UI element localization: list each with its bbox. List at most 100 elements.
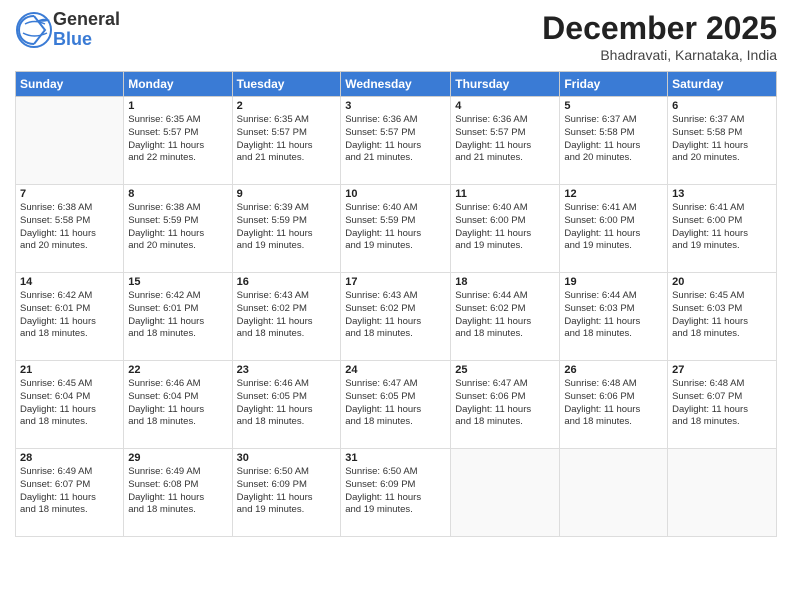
cell-info-line: Daylight: 11 hours (672, 228, 772, 241)
cell-info-line: and 18 minutes. (128, 504, 227, 517)
cell-info-line: Sunrise: 6:48 AM (672, 378, 772, 391)
cell-info-line: and 19 minutes. (345, 240, 446, 253)
cell-info-line: and 18 minutes. (128, 416, 227, 429)
day-number: 29 (128, 452, 227, 464)
calendar-cell: 6Sunrise: 6:37 AMSunset: 5:58 PMDaylight… (668, 97, 777, 185)
calendar-cell: 4Sunrise: 6:36 AMSunset: 5:57 PMDaylight… (451, 97, 560, 185)
cell-info: Sunrise: 6:45 AMSunset: 6:03 PMDaylight:… (672, 290, 772, 341)
cell-info-line: and 19 minutes. (455, 240, 555, 253)
cell-info-line: Sunset: 6:06 PM (564, 391, 663, 404)
cell-info-line: and 19 minutes. (672, 240, 772, 253)
day-number: 8 (128, 188, 227, 200)
cell-info-line: Sunrise: 6:50 AM (237, 466, 337, 479)
cell-info-line: Sunset: 6:02 PM (455, 303, 555, 316)
cell-info-line: Sunrise: 6:43 AM (237, 290, 337, 303)
day-number: 31 (345, 452, 446, 464)
cell-info-line: Sunset: 6:02 PM (345, 303, 446, 316)
cell-info-line: Sunset: 5:58 PM (564, 127, 663, 140)
cell-info-line: Daylight: 11 hours (237, 316, 337, 329)
calendar-cell: 7Sunrise: 6:38 AMSunset: 5:58 PMDaylight… (16, 185, 124, 273)
cell-info-line: and 22 minutes. (128, 152, 227, 165)
day-number: 15 (128, 276, 227, 288)
cell-info: Sunrise: 6:46 AMSunset: 6:04 PMDaylight:… (128, 378, 227, 429)
cell-info: Sunrise: 6:48 AMSunset: 6:07 PMDaylight:… (672, 378, 772, 429)
day-number: 12 (564, 188, 663, 200)
cell-info: Sunrise: 6:41 AMSunset: 6:00 PMDaylight:… (672, 202, 772, 253)
calendar-week-1: 7Sunrise: 6:38 AMSunset: 5:58 PMDaylight… (16, 185, 777, 273)
day-number: 19 (564, 276, 663, 288)
cell-info-line: and 18 minutes. (345, 328, 446, 341)
cell-info: Sunrise: 6:37 AMSunset: 5:58 PMDaylight:… (564, 114, 663, 165)
cell-info-line: and 21 minutes. (237, 152, 337, 165)
cell-info-line: Sunrise: 6:38 AM (128, 202, 227, 215)
logo-blue-text: Blue (53, 30, 120, 50)
cell-info-line: and 18 minutes. (455, 328, 555, 341)
cell-info: Sunrise: 6:50 AMSunset: 6:09 PMDaylight:… (345, 466, 446, 517)
cell-info-line: Daylight: 11 hours (564, 316, 663, 329)
cell-info-line: and 18 minutes. (672, 416, 772, 429)
calendar-cell: 14Sunrise: 6:42 AMSunset: 6:01 PMDayligh… (16, 273, 124, 361)
cell-info-line: Sunset: 6:04 PM (128, 391, 227, 404)
subtitle: Bhadravati, Karnataka, India (542, 47, 777, 63)
day-number: 20 (672, 276, 772, 288)
cell-info-line: Sunset: 6:02 PM (237, 303, 337, 316)
cell-info: Sunrise: 6:40 AMSunset: 5:59 PMDaylight:… (345, 202, 446, 253)
cell-info-line: and 18 minutes. (345, 416, 446, 429)
cell-info: Sunrise: 6:41 AMSunset: 6:00 PMDaylight:… (564, 202, 663, 253)
cell-info-line: Sunset: 6:07 PM (20, 479, 119, 492)
cell-info-line: Sunrise: 6:40 AM (455, 202, 555, 215)
cell-info-line: and 20 minutes. (128, 240, 227, 253)
cell-info-line: Sunrise: 6:42 AM (128, 290, 227, 303)
cell-info-line: Sunrise: 6:37 AM (672, 114, 772, 127)
day-number: 16 (237, 276, 337, 288)
cell-info-line: and 18 minutes. (672, 328, 772, 341)
cell-info-line: and 19 minutes. (237, 240, 337, 253)
cell-info-line: Daylight: 11 hours (564, 140, 663, 153)
cell-info: Sunrise: 6:49 AMSunset: 6:07 PMDaylight:… (20, 466, 119, 517)
calendar-table: Sunday Monday Tuesday Wednesday Thursday… (15, 71, 777, 537)
calendar-cell: 12 Sunrise: 6:41 AMSunset: 6:00 PMDayligh… (560, 185, 668, 273)
cell-info: Sunrise: 6:40 AMSunset: 6:00 PMDaylight:… (455, 202, 555, 253)
calendar-week-3: 21Sunrise: 6:45 AMSunset: 6:04 PMDayligh… (16, 361, 777, 449)
cell-info-line: Sunset: 5:57 PM (455, 127, 555, 140)
cell-info-line: Daylight: 11 hours (237, 228, 337, 241)
calendar-cell: 26Sunrise: 6:48 AMSunset: 6:06 PMDayligh… (560, 361, 668, 449)
cell-info-line: Sunrise: 6:37 AM (564, 114, 663, 127)
cell-info: Sunrise: 6:36 AMSunset: 5:57 PMDaylight:… (345, 114, 446, 165)
cell-info-line: and 18 minutes. (20, 328, 119, 341)
cell-info-line: and 18 minutes. (128, 328, 227, 341)
cell-info-line: and 18 minutes. (237, 328, 337, 341)
cell-info: Sunrise: 6:43 AMSunset: 6:02 PMDaylight:… (237, 290, 337, 341)
cell-info-line: Daylight: 11 hours (128, 228, 227, 241)
day-number: 4 (455, 100, 555, 112)
header-thursday: Thursday (451, 72, 560, 97)
cell-info-line: Sunrise: 6:41 AM (672, 202, 772, 215)
cell-info-line: Sunset: 5:57 PM (237, 127, 337, 140)
cell-info-line: Daylight: 11 hours (345, 228, 446, 241)
cell-info-line: Sunset: 6:03 PM (672, 303, 772, 316)
cell-info: Sunrise: 6:50 AMSunset: 6:09 PMDaylight:… (237, 466, 337, 517)
cell-info-line: Daylight: 11 hours (20, 404, 119, 417)
cell-info-line: Sunset: 6:09 PM (345, 479, 446, 492)
cell-info: Sunrise: 6:38 AMSunset: 5:58 PMDaylight:… (20, 202, 119, 253)
day-number: 13 (672, 188, 772, 200)
cell-info-line: Sunrise: 6:35 AM (128, 114, 227, 127)
cell-info-line: Sunset: 6:00 PM (564, 215, 663, 228)
cell-info-line: Sunrise: 6:44 AM (455, 290, 555, 303)
cell-info: Sunrise: 6:43 AMSunset: 6:02 PMDaylight:… (345, 290, 446, 341)
cell-info-line: Daylight: 11 hours (345, 140, 446, 153)
calendar-week-2: 14Sunrise: 6:42 AMSunset: 6:01 PMDayligh… (16, 273, 777, 361)
cell-info-line: Daylight: 11 hours (455, 316, 555, 329)
calendar-cell: 2Sunrise: 6:35 AMSunset: 5:57 PMDaylight… (232, 97, 341, 185)
cell-info-line: Sunset: 6:04 PM (20, 391, 119, 404)
day-number: 3 (345, 100, 446, 112)
cell-info: Sunrise: 6:35 AMSunset: 5:57 PMDaylight:… (128, 114, 227, 165)
cell-info: Sunrise: 6:45 AMSunset: 6:04 PMDaylight:… (20, 378, 119, 429)
day-number: 24 (345, 364, 446, 376)
cell-info-line: Sunrise: 6:38 AM (20, 202, 119, 215)
cell-info-line: Sunset: 6:07 PM (672, 391, 772, 404)
cell-info-line: Sunset: 5:58 PM (20, 215, 119, 228)
cell-info-line: Sunrise: 6:44 AM (564, 290, 663, 303)
calendar-cell: 13 Sunrise: 6:41 AMSunset: 6:00 PMDayligh… (668, 185, 777, 273)
cell-info-line: Sunset: 6:01 PM (20, 303, 119, 316)
